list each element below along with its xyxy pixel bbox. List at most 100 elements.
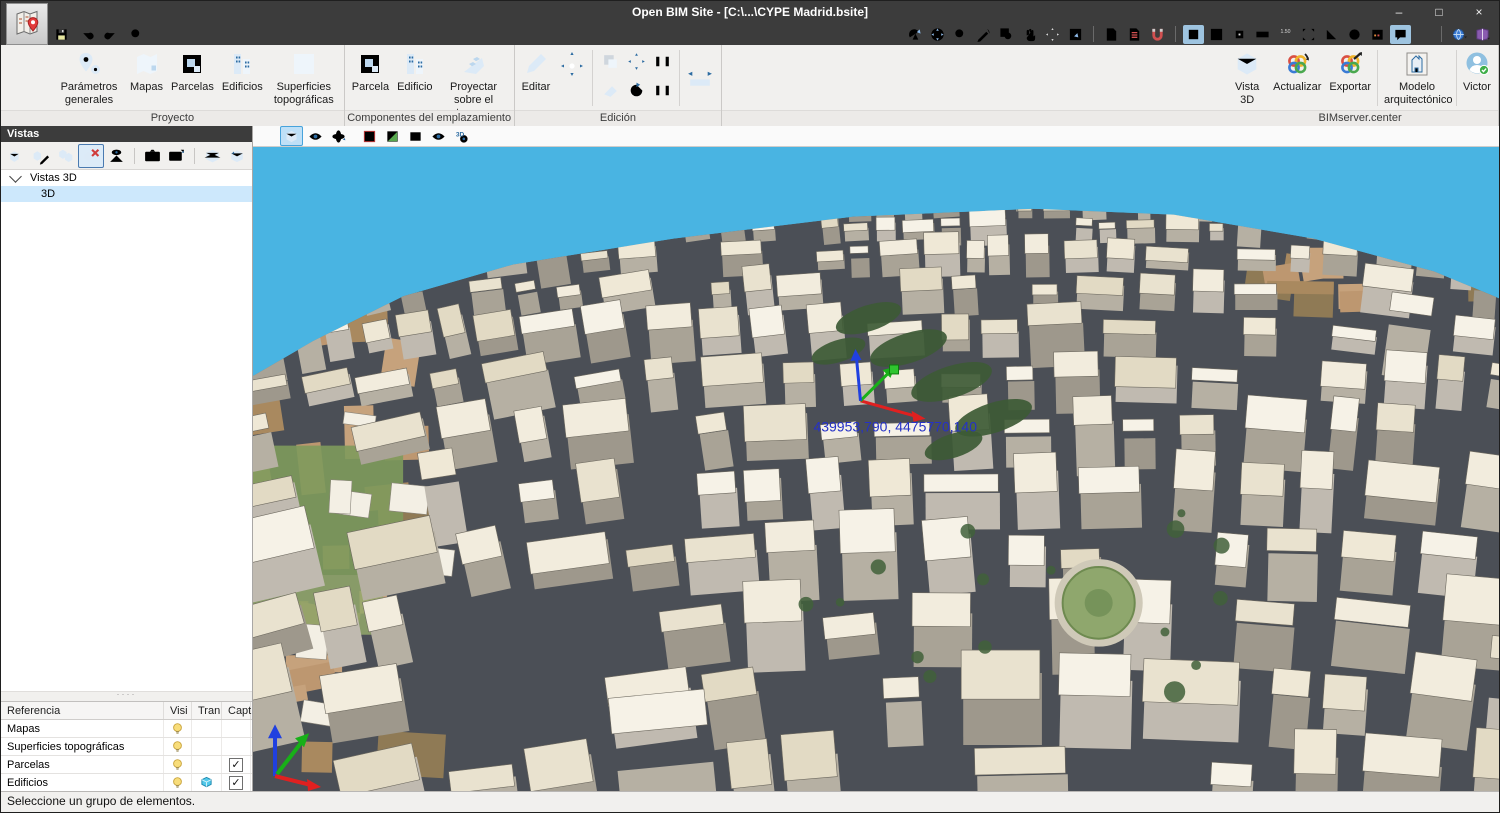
table-row-superficies[interactable]: Superficies topográficas: [1, 738, 252, 756]
user-avatar-icon: [1463, 49, 1491, 79]
copy-icon[interactable]: [598, 50, 622, 74]
zoom-extents-icon[interactable]: [927, 25, 948, 44]
coordinate-bar-icon[interactable]: [1252, 25, 1273, 44]
sync-rings-icon: [1283, 49, 1311, 79]
tree-group-vistas-3d[interactable]: Vistas 3D: [1, 170, 252, 186]
undo-icon[interactable]: [76, 25, 97, 44]
table-row-mapas[interactable]: Mapas: [1, 720, 252, 738]
orbit-icon[interactable]: [328, 127, 349, 145]
cursor-coordinates: 439953,790, 4475770,140: [813, 419, 977, 435]
edit-tools-grid: [597, 47, 675, 109]
selection-frame-icon[interactable]: [1183, 25, 1204, 44]
redraw-icon[interactable]: [973, 25, 994, 44]
close-button[interactable]: ×: [1459, 1, 1499, 23]
section-box-icon[interactable]: [200, 145, 225, 167]
orbit-rotate-icon[interactable]: [904, 25, 925, 44]
parametros-generales-button[interactable]: Parámetros generales: [52, 46, 126, 110]
zoom-window-icon[interactable]: [996, 25, 1017, 44]
ribbon-group-componentes: Parcela Edificio Proyectar sobre el terr…: [345, 45, 515, 126]
table-row-edificios[interactable]: Edificios ✓: [1, 774, 252, 792]
table-row-parcelas[interactable]: Parcelas ✓: [1, 756, 252, 774]
slope-icon: [460, 49, 488, 79]
vista-3d-button[interactable]: Vista 3D: [1225, 46, 1269, 110]
origin-icon[interactable]: [1229, 25, 1250, 44]
edificios-button[interactable]: Edificios: [218, 46, 267, 110]
maximize-button[interactable]: □: [1419, 1, 1459, 23]
selection-box-icon[interactable]: [1298, 25, 1319, 44]
help-book-icon[interactable]: [1472, 25, 1493, 44]
camera-capture-icon[interactable]: [140, 145, 165, 167]
minimize-button[interactable]: –: [1379, 1, 1419, 23]
mirror-copy-icon[interactable]: [650, 50, 674, 74]
visibility-bulb-icon[interactable]: [164, 738, 192, 755]
red-frame-panel-icon[interactable]: [359, 127, 380, 145]
capture-checkbox[interactable]: ✓: [222, 774, 251, 791]
mirror-icon[interactable]: [650, 79, 674, 103]
3d-scene[interactable]: 439953,790, 4475770,140: [253, 146, 1499, 792]
parcel-icon: [356, 49, 384, 79]
dxf-layers-icon[interactable]: [1124, 25, 1145, 44]
visibility-bulb-icon[interactable]: [164, 774, 192, 791]
superficies-topograficas-button[interactable]: Superficies topográficas: [267, 46, 341, 110]
shaded-view-icon[interactable]: [280, 126, 303, 146]
view-duplicate-icon[interactable]: [53, 145, 78, 167]
actualizar-button[interactable]: Actualizar: [1269, 46, 1325, 110]
window-controls: – □ ×: [1379, 1, 1499, 23]
cube-icon: [1233, 49, 1261, 79]
view-delete-icon[interactable]: [78, 144, 105, 168]
layers-table: Referencia Visi Tran Capt Mapas Superfic…: [1, 701, 252, 792]
transparency-cube-icon[interactable]: [192, 774, 222, 791]
mapas-button[interactable]: Mapas: [126, 46, 167, 110]
parcelas-button[interactable]: Parcelas: [167, 46, 218, 110]
grid-icon[interactable]: [1206, 25, 1227, 44]
toolbar-separator: [1441, 26, 1442, 42]
rotate-icon[interactable]: [624, 79, 648, 103]
cut-icon[interactable]: [1413, 25, 1434, 44]
3d-settings-icon[interactable]: [451, 127, 472, 145]
send-to-view-icon[interactable]: [1065, 25, 1086, 44]
ribbon-group-edicion: Editar Edición: [515, 45, 723, 126]
chevron-down-icon[interactable]: [9, 170, 22, 183]
redo-icon[interactable]: [101, 25, 122, 44]
parcel-icon: [178, 49, 206, 79]
group-label-edicion: Edición: [515, 110, 722, 126]
axes-icon[interactable]: [257, 127, 278, 145]
textures-icon[interactable]: [305, 127, 326, 145]
view-new-icon[interactable]: [4, 145, 29, 167]
pan-icon[interactable]: [1019, 25, 1040, 44]
toolbar-separator: [194, 148, 195, 164]
capture-checkbox[interactable]: ✓: [222, 756, 251, 773]
save-icon[interactable]: [51, 25, 72, 44]
visibility-bulb-icon[interactable]: [164, 720, 192, 737]
panel-splitter[interactable]: ····: [1, 691, 252, 701]
app-menu-button[interactable]: [6, 3, 48, 45]
view-edit-icon[interactable]: [29, 145, 54, 167]
erase-icon[interactable]: [598, 79, 622, 103]
camera-restore-icon[interactable]: [164, 145, 189, 167]
exportar-button[interactable]: Exportar: [1325, 46, 1375, 110]
ruler-panel-icon[interactable]: [405, 127, 426, 145]
language-globe-icon[interactable]: [1449, 25, 1470, 44]
comment-icon[interactable]: [1390, 25, 1411, 44]
section-box-edit-icon[interactable]: [224, 145, 249, 167]
view-cone-icon[interactable]: [104, 145, 129, 167]
edit-nodes-button[interactable]: [554, 46, 590, 110]
hide-elements-icon[interactable]: [428, 127, 449, 145]
dxf-template-icon[interactable]: [1101, 25, 1122, 44]
move-icon[interactable]: [624, 50, 648, 74]
measure-button[interactable]: [682, 46, 718, 110]
user-account-button[interactable]: Victor: [1459, 46, 1495, 110]
modelo-arquitectonico-button[interactable]: Modelo arquitectónico: [1380, 46, 1454, 110]
visibility-bulb-icon[interactable]: [164, 756, 192, 773]
move-view-icon[interactable]: [1042, 25, 1063, 44]
editar-button[interactable]: Editar: [518, 46, 555, 110]
terrain-layer-icon[interactable]: [382, 127, 403, 145]
dimension-icon[interactable]: [1275, 25, 1296, 44]
work-planes-icon[interactable]: [1367, 25, 1388, 44]
set-square-icon[interactable]: [1321, 25, 1342, 44]
search-icon[interactable]: [126, 25, 147, 44]
zoom-previous-icon[interactable]: [950, 25, 971, 44]
circle-reference-icon[interactable]: [1344, 25, 1365, 44]
tree-item-3d[interactable]: 3D: [1, 186, 252, 202]
snap-magnet-icon[interactable]: [1147, 25, 1168, 44]
